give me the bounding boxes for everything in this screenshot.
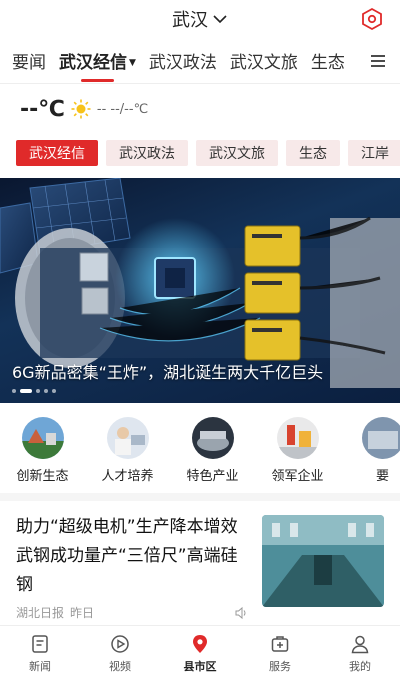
nav-label: 我的 [349,660,371,673]
category-shortcuts: 创新生态 人才培养 特色产业 领军企业 要 [0,403,400,493]
bottom-navigation: 新闻 视频 县市区 服务 我的 [0,625,400,681]
category-talent-training[interactable]: 人才培养 [85,417,170,493]
tab-wuhan-zhengfa[interactable]: 武汉政法 [149,48,217,73]
category-label: 人才培养 [101,469,154,484]
innovation-ecology-thumbnail [21,417,64,459]
category-featured-industry[interactable]: 特色产业 [170,417,255,493]
category-label: 特色产业 [186,469,239,484]
sub-channel-chips: 武汉经信 武汉政法 武汉文旅 生态 江岸 [0,134,400,172]
channel-tabs: 要闻 武汉经信 ▼ 武汉政法 武汉文旅 生态 [0,38,400,84]
news-time: 昨日 [70,606,95,620]
nav-profile[interactable]: 我的 [320,626,400,681]
category-label: 要 [375,469,389,484]
service-box-icon [271,636,289,652]
news-title: 助力“超级电机”生产降本增效 武钢成功量产“三倍尺”高端硅钢 [16,517,238,595]
tab-label: 武汉经信 [59,53,127,73]
featured-industry-thumbnail [191,417,234,459]
carousel-indicator [12,389,56,393]
settings-hexagon-icon[interactable] [360,7,384,31]
caret-down-icon: ▼ [129,58,136,68]
category-leading-enterprise[interactable]: 领军企业 [255,417,340,493]
tab-wuhan-wenlv[interactable]: 武汉文旅 [230,48,298,73]
news-item[interactable]: 助力“超级电机”生产降本增效 武钢成功量产“三倍尺”高端硅钢 湖北日报 昨日 [0,501,400,631]
carousel-dot [44,389,48,393]
category-more-thumbnail [361,417,400,459]
tab-wuhan-jingxin[interactable]: 武汉经信 ▼ [59,48,136,82]
nav-news[interactable]: 新闻 [0,626,80,681]
city-selector[interactable]: 武汉 [172,6,228,32]
news-thumbnail [262,515,384,607]
speaker-icon[interactable] [234,606,248,620]
nav-video[interactable]: 视频 [80,626,160,681]
city-name: 武汉 [172,10,208,31]
tab-headlines[interactable]: 要闻 [12,48,46,73]
nav-label: 服务 [269,660,291,673]
news-source: 湖北日报 [16,606,65,620]
hero-caption: 6G新品密集“王炸”，湖北诞生两大千亿巨头 [12,363,324,382]
sun-icon [71,99,91,119]
leading-enterprise-thumbnail [276,417,319,459]
user-icon [351,635,369,654]
nav-label: 新闻 [29,660,51,673]
weather-range: -- --/--℃ [96,101,149,117]
nav-service[interactable]: 服务 [240,626,320,681]
category-label: 领军企业 [271,469,324,484]
weather-widget[interactable]: --℃ -- --/--℃ [0,84,400,134]
nav-label: 视频 [109,660,131,673]
top-bar: 武汉 [0,0,400,38]
chip-ecology[interactable]: 生态 [286,140,340,166]
carousel-dot [12,389,16,393]
news-text: 助力“超级电机”生产降本增效 武钢成功量产“三倍尺”高端硅钢 湖北日报 昨日 [16,513,262,631]
chip-wuhan-jingxin[interactable]: 武汉经信 [16,140,98,166]
section-divider [0,493,400,501]
temperature: --℃ [20,96,65,122]
talent-training-thumbnail [106,417,149,459]
app-screen: 武汉 要闻 武汉经信 ▼ 武汉政法 武汉文旅 生态 --℃ -- --/--℃ … [0,0,400,681]
carousel-dot-active [20,389,32,393]
location-pin-icon [193,635,207,653]
chip-jiangan[interactable]: 江岸 [348,140,400,166]
nav-label: 县市区 [183,660,217,673]
category-label: 创新生态 [16,469,69,484]
carousel-dot [36,389,40,393]
category-innovation-ecology[interactable]: 创新生态 [0,417,85,493]
hero-banner[interactable]: 6G新品密集“王炸”，湖北诞生两大千亿巨头 [0,178,400,403]
carousel-dot [52,389,56,393]
news-icon [32,635,48,653]
menu-icon[interactable] [370,53,386,69]
news-meta: 湖北日报 昨日 [16,604,248,621]
category-more[interactable]: 要 [340,417,400,493]
chevron-down-icon [213,15,227,24]
tab-ecology[interactable]: 生态 [311,48,345,73]
nav-county[interactable]: 县市区 [160,626,240,681]
chip-wuhan-wenlv[interactable]: 武汉文旅 [196,140,278,166]
play-icon [111,635,129,653]
chip-wuhan-zhengfa[interactable]: 武汉政法 [106,140,188,166]
